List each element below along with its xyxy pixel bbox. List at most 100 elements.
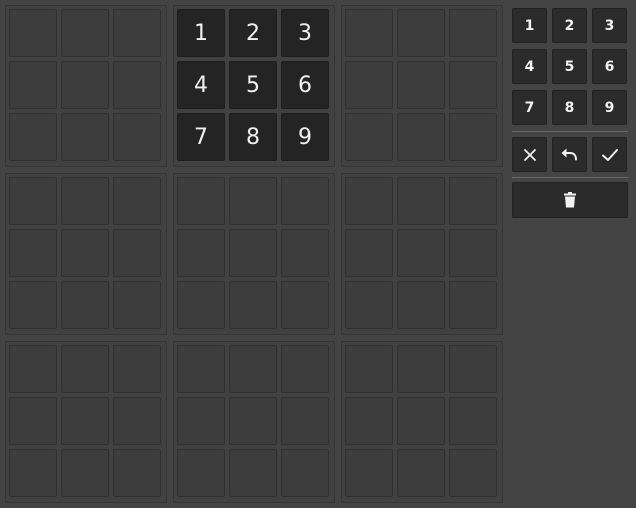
undo-button[interactable] — [552, 137, 587, 172]
board-cell[interactable] — [61, 281, 109, 329]
board-cell[interactable] — [177, 397, 225, 445]
board-cell[interactable] — [113, 61, 161, 109]
board-cell[interactable] — [345, 345, 393, 393]
board-cell[interactable] — [449, 9, 497, 57]
board-cell[interactable] — [177, 449, 225, 497]
board-block — [341, 341, 503, 503]
board-cell[interactable] — [9, 177, 57, 225]
board-cell[interactable] — [61, 177, 109, 225]
board-cell[interactable] — [281, 449, 329, 497]
board-cell[interactable]: 9 — [281, 113, 329, 161]
keypad-button[interactable]: 3 — [592, 8, 627, 43]
board-cell[interactable] — [345, 113, 393, 161]
board-cell[interactable] — [449, 449, 497, 497]
board-block — [5, 341, 167, 503]
board-cell[interactable] — [177, 229, 225, 277]
delete-button[interactable] — [512, 182, 628, 218]
board-cell[interactable] — [61, 113, 109, 161]
board-cell[interactable] — [61, 229, 109, 277]
board-cell[interactable] — [281, 397, 329, 445]
board-cell[interactable]: 4 — [177, 61, 225, 109]
board-cell[interactable] — [281, 229, 329, 277]
board-cell[interactable] — [345, 449, 393, 497]
board-cell[interactable] — [61, 449, 109, 497]
board-cell[interactable] — [449, 177, 497, 225]
board-cell[interactable] — [9, 449, 57, 497]
board-cell[interactable] — [397, 61, 445, 109]
board-cell[interactable] — [229, 229, 277, 277]
board-cell[interactable] — [397, 397, 445, 445]
board-cell[interactable] — [113, 397, 161, 445]
board-cell[interactable]: 1 — [177, 9, 225, 57]
board-cell[interactable] — [229, 345, 277, 393]
board-cell[interactable] — [229, 449, 277, 497]
close-icon — [522, 147, 538, 163]
board-cell[interactable] — [345, 9, 393, 57]
board-cell[interactable] — [177, 345, 225, 393]
board-cell[interactable] — [397, 9, 445, 57]
board-cell[interactable] — [397, 281, 445, 329]
board-cell[interactable] — [449, 345, 497, 393]
board-cell[interactable] — [113, 177, 161, 225]
board-cell[interactable] — [449, 229, 497, 277]
clear-button[interactable] — [512, 137, 547, 172]
board-cell[interactable]: 2 — [229, 9, 277, 57]
keypad-button[interactable]: 8 — [552, 90, 587, 125]
board-cell[interactable]: 5 — [229, 61, 277, 109]
board-cell[interactable]: 8 — [229, 113, 277, 161]
board-block — [173, 173, 335, 335]
board-cell[interactable] — [9, 281, 57, 329]
board-cell[interactable] — [397, 345, 445, 393]
board-cell[interactable] — [9, 9, 57, 57]
board-cell[interactable] — [9, 397, 57, 445]
board-cell[interactable] — [113, 113, 161, 161]
board-cell[interactable] — [9, 61, 57, 109]
board-cell[interactable] — [113, 281, 161, 329]
board-cell[interactable] — [61, 61, 109, 109]
board-cell[interactable] — [449, 281, 497, 329]
board-cell[interactable] — [281, 345, 329, 393]
board-cell[interactable] — [397, 113, 445, 161]
board-cell[interactable] — [345, 229, 393, 277]
board-cell[interactable] — [449, 397, 497, 445]
board-cell[interactable] — [281, 177, 329, 225]
board-cell[interactable] — [345, 397, 393, 445]
board-cell[interactable] — [345, 281, 393, 329]
board-cell[interactable]: 6 — [281, 61, 329, 109]
board-cell[interactable]: 3 — [281, 9, 329, 57]
board-cell[interactable] — [61, 345, 109, 393]
board-cell[interactable] — [345, 177, 393, 225]
board-cell[interactable] — [113, 229, 161, 277]
board-cell[interactable] — [9, 113, 57, 161]
keypad-button[interactable]: 4 — [512, 49, 547, 84]
board-cell[interactable] — [113, 449, 161, 497]
board-cell[interactable] — [345, 61, 393, 109]
board-cell[interactable] — [9, 229, 57, 277]
board-cell[interactable]: 7 — [177, 113, 225, 161]
board-cell[interactable] — [281, 281, 329, 329]
keypad-button[interactable]: 9 — [592, 90, 627, 125]
keypad-button[interactable]: 6 — [592, 49, 627, 84]
board-cell[interactable] — [61, 9, 109, 57]
board-cell[interactable] — [449, 113, 497, 161]
keypad-button[interactable]: 1 — [512, 8, 547, 43]
panel-divider — [512, 177, 628, 178]
board-cell[interactable] — [177, 177, 225, 225]
board-cell[interactable] — [113, 9, 161, 57]
confirm-button[interactable] — [592, 137, 627, 172]
keypad-button[interactable]: 2 — [552, 8, 587, 43]
keypad-button[interactable]: 5 — [552, 49, 587, 84]
board-cell[interactable] — [229, 281, 277, 329]
board-cell[interactable] — [397, 449, 445, 497]
board-cell[interactable] — [177, 281, 225, 329]
board-cell[interactable] — [229, 177, 277, 225]
board-cell[interactable] — [229, 397, 277, 445]
board-cell[interactable] — [449, 61, 497, 109]
board-cell[interactable] — [113, 345, 161, 393]
keypad-button[interactable]: 7 — [512, 90, 547, 125]
board-cell[interactable] — [61, 397, 109, 445]
trash-icon — [563, 192, 577, 208]
board-cell[interactable] — [9, 345, 57, 393]
board-cell[interactable] — [397, 229, 445, 277]
board-cell[interactable] — [397, 177, 445, 225]
